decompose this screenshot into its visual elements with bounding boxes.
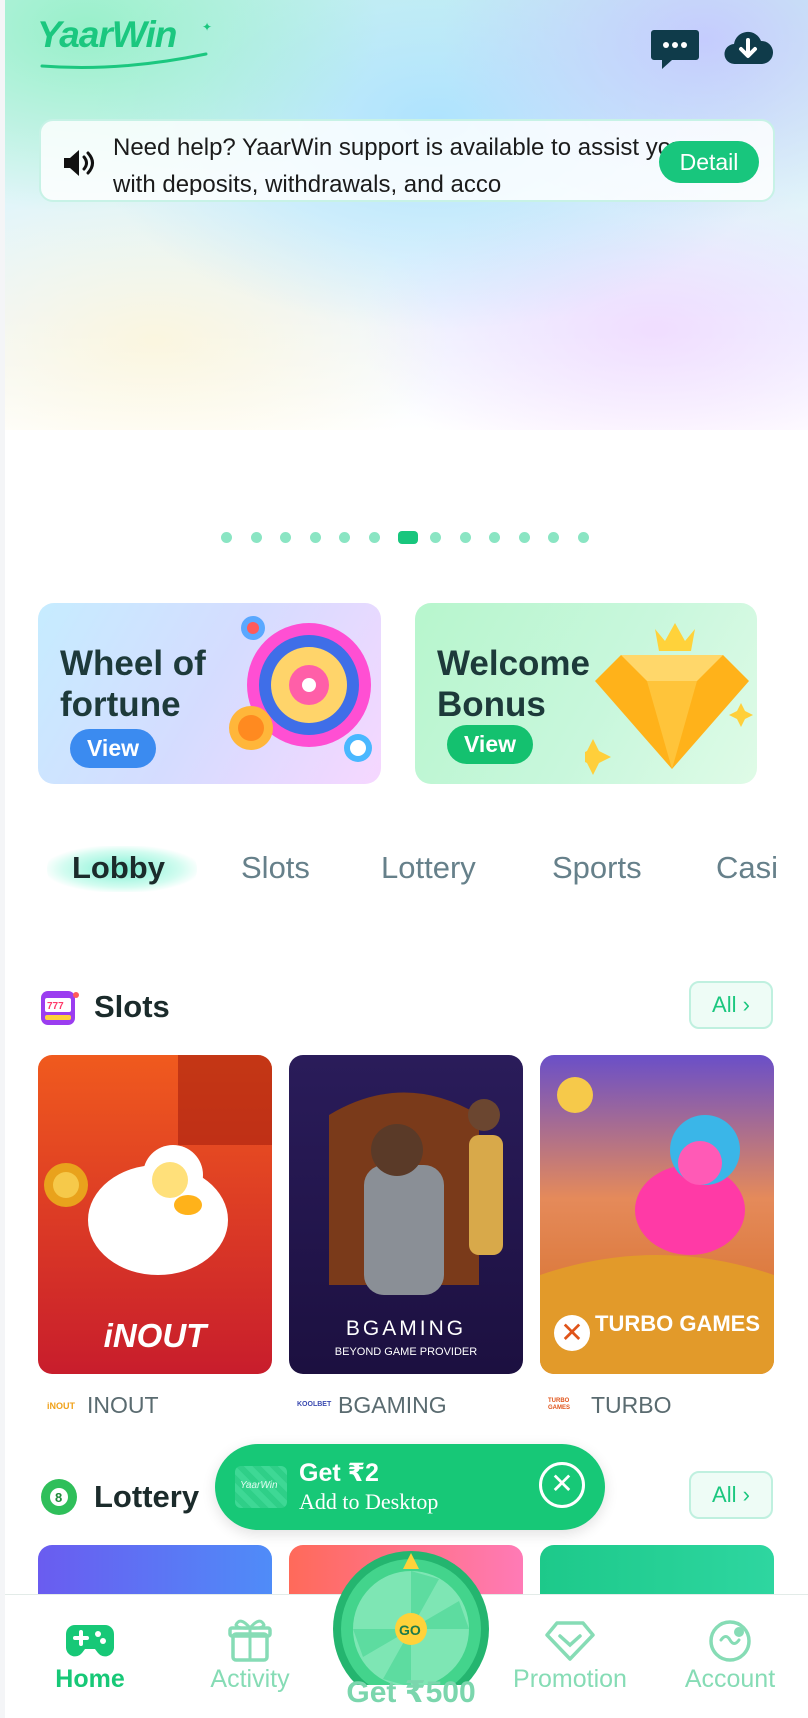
app-screen: YaarWin ✦ Need help? YaarWin support is … (5, 0, 808, 1718)
yaarwin-logo[interactable]: YaarWin (37, 14, 177, 56)
promo-title: Welcome Bonus (437, 644, 591, 724)
chat-icon[interactable] (650, 26, 700, 72)
wheel-view-button[interactable]: View (70, 729, 156, 768)
nav-home-label: Home (55, 1665, 125, 1693)
nav-account-label: Account (684, 1665, 776, 1693)
nav-promotion-label: Promotion (513, 1665, 627, 1693)
category-tabs: Lobby Slots Lottery Sports Casi (5, 840, 808, 910)
diamond-icon (545, 1621, 595, 1661)
account-icon (709, 1620, 751, 1662)
gamepad-icon (66, 1625, 114, 1657)
carousel-dot[interactable] (489, 532, 500, 543)
toast-title: Get ₹2 (299, 1459, 379, 1487)
carousel-dot[interactable] (430, 532, 441, 543)
carousel-dot[interactable] (221, 532, 232, 543)
tab-lobby[interactable]: Lobby (72, 850, 165, 886)
logo-swoosh (40, 52, 208, 69)
notice-text: Need help? YaarWin support is available … (113, 134, 685, 195)
svg-text:GO: GO (399, 1622, 421, 1638)
turbo-name: TURBO (591, 1392, 672, 1418)
toast-subtitle: Add to Desktop (299, 1489, 439, 1514)
download-icon[interactable] (723, 26, 773, 72)
lucky-wheel-label: Get ₹500 (346, 1676, 476, 1709)
nav-home[interactable]: Home (15, 1595, 165, 1718)
tab-sports[interactable]: Sports (552, 850, 642, 886)
lucky-wheel-button[interactable]: GO Get ₹500 (331, 1545, 491, 1718)
koolbet-logo: KOOLBET (297, 1401, 332, 1408)
nav-activity[interactable]: Activity (175, 1595, 325, 1718)
carousel-dot[interactable] (548, 532, 559, 543)
carousel-dot-active[interactable] (398, 531, 418, 544)
lottery-title: Lottery (94, 1479, 200, 1514)
turbo-x-icon: ✕ (554, 1315, 590, 1351)
carousel-dot[interactable] (280, 532, 291, 543)
slots-title: Slots (94, 989, 170, 1024)
toast-app-logo: YaarWin (235, 1466, 287, 1508)
carousel-dot[interactable] (459, 532, 471, 543)
nav-promotion[interactable]: Promotion (495, 1595, 645, 1718)
detail-button[interactable]: Detail (659, 141, 759, 183)
carousel-dot[interactable] (368, 532, 380, 543)
lottery-all-button[interactable]: All › (689, 1471, 773, 1519)
svg-text:8: 8 (55, 1490, 62, 1505)
turbo-art-text: TURBO GAMES (595, 1311, 760, 1336)
notice-bar: Need help? YaarWin support is available … (39, 119, 775, 202)
wheel-of-fortune-card[interactable]: Wheel of fortune View (38, 603, 381, 784)
inout-name: INOUT (87, 1392, 159, 1418)
nav-activity-label: Activity (210, 1665, 290, 1693)
inout-art-text: iNOUT (103, 1317, 207, 1354)
tab-lottery[interactable]: Lottery (381, 850, 476, 886)
add-to-desktop-banner[interactable]: YaarWin Get ₹2 Add to Desktop ✕ (215, 1444, 605, 1530)
promo-title: Wheel of fortune (60, 644, 206, 724)
welcome-bonus-card[interactable]: Welcome Bonus View (415, 603, 757, 784)
bonus-view-button[interactable]: View (447, 725, 533, 764)
gift-icon (228, 1619, 272, 1662)
carousel-dot[interactable] (339, 532, 350, 543)
lucky-wheel-icon: GO (333, 1551, 489, 1707)
inout-logo: iNOUT (47, 1401, 75, 1411)
nav-account[interactable]: Account (655, 1595, 805, 1718)
bgaming-art-subtext: BEYOND GAME PROVIDER (334, 1346, 478, 1358)
game-card-bgaming[interactable]: BGAMING BEYOND GAME PROVIDER (289, 1055, 523, 1374)
carousel-dot[interactable] (309, 532, 321, 543)
svg-text:777: 777 (47, 1001, 64, 1012)
speaker-icon (64, 150, 94, 176)
slot-machine-icon: 777 (41, 991, 79, 1025)
close-icon[interactable]: ✕ (539, 1462, 585, 1508)
logo-star-icon: ✦ (202, 20, 213, 34)
turbo-logo: TURBO GAMES (548, 1398, 571, 1411)
game-card-inout[interactable]: iNOUT (38, 1055, 272, 1374)
carousel-dot[interactable] (518, 532, 530, 543)
game-card-turbo[interactable]: TURBO GAMES ✕ (540, 1055, 774, 1374)
lottery-ball-icon: 8 (41, 1479, 77, 1515)
slots-section-header: 777 Slots All › (5, 981, 808, 1037)
carousel-dot[interactable] (577, 532, 589, 543)
carousel-dot[interactable] (250, 532, 262, 543)
tab-slots[interactable]: Slots (241, 850, 310, 886)
bgaming-art-text: BGAMING (345, 1317, 467, 1340)
slots-all-button[interactable]: All › (689, 981, 773, 1029)
tab-casino[interactable]: Casi (716, 850, 778, 886)
bgaming-name: BGAMING (338, 1392, 447, 1418)
